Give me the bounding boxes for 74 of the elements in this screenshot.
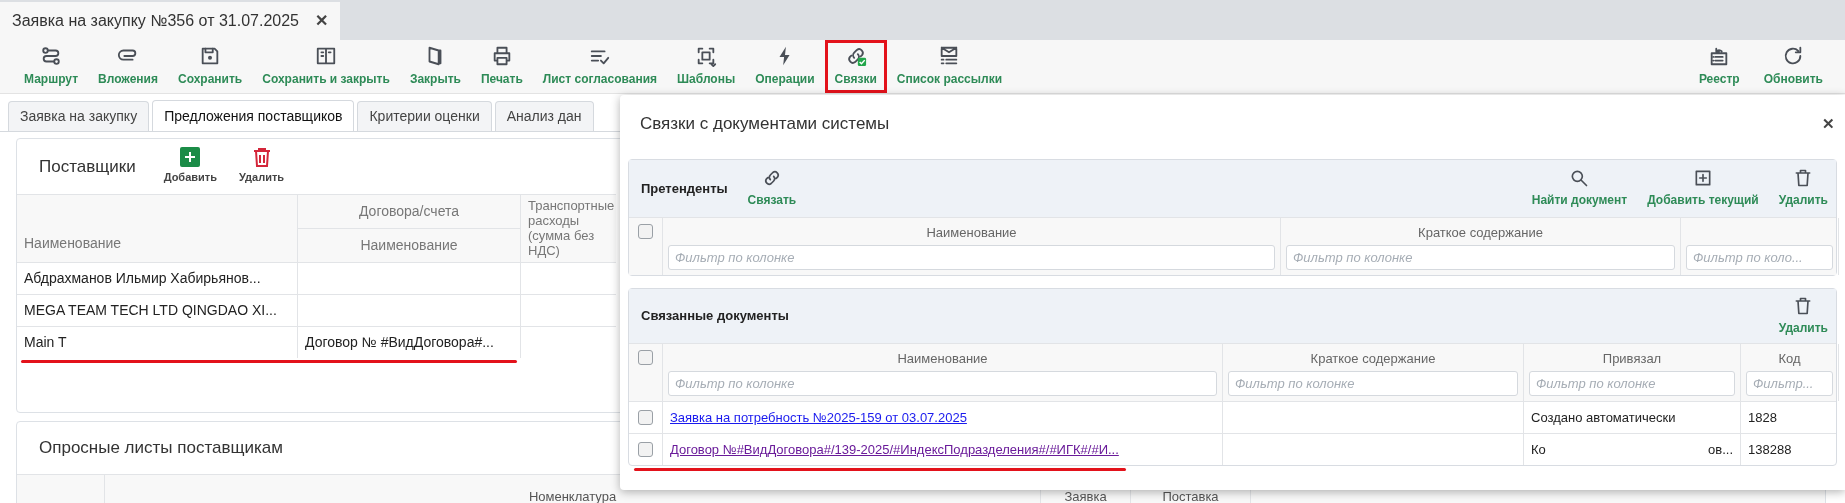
link-button[interactable]: Связать <box>747 168 797 209</box>
toolbar-button[interactable]: Операции <box>745 40 825 93</box>
column-header: Наименование <box>17 194 298 262</box>
toolbar-button[interactable]: Маршрут <box>14 40 89 93</box>
toolbar-button[interactable]: Сохранить <box>168 40 253 93</box>
template-icon <box>695 45 718 67</box>
filter-field[interactable]: Фильтр... <box>1746 371 1833 396</box>
tab[interactable]: Предложения поставщиков <box>152 100 355 131</box>
toolbar-button[interactable]: Шаблоны <box>667 40 746 93</box>
column-header: Наименование <box>926 224 1017 239</box>
toolbar-button[interactable]: Вложения <box>88 40 168 93</box>
section-title: Претенденты <box>641 179 728 198</box>
filter-field[interactable]: Фильтр по коло... <box>1686 245 1833 270</box>
column-header: Договора/счета <box>298 194 521 228</box>
cell-text: Ко <box>1531 440 1546 459</box>
add-icon <box>180 147 201 168</box>
column-header: Краткое содержание <box>1418 224 1543 239</box>
section-title: Связанные документы <box>641 307 789 326</box>
column-header: Наименование <box>897 350 988 365</box>
document-tab[interactable]: Заявка на закупку №356 от 31.07.2025 ✕ <box>0 2 340 40</box>
tab[interactable]: Анализ дан <box>494 101 594 131</box>
table-cell: Main T <box>17 326 298 358</box>
toolbar-button[interactable]: Печать <box>470 40 533 93</box>
column-header: Транспортные расходы (сумма без НДС) <box>521 194 616 262</box>
book-icon <box>315 45 338 67</box>
tab[interactable]: Критерии оценки <box>357 101 492 131</box>
column-header: Код <box>1778 350 1801 365</box>
filter-field[interactable]: Фильтр по колонке <box>1286 245 1675 270</box>
document-title: Заявка на закупку №356 от 31.07.2025 <box>12 11 299 31</box>
close-icon[interactable]: ✕ <box>315 9 328 33</box>
trash-icon <box>252 147 271 168</box>
checkbox[interactable] <box>638 410 653 425</box>
column-header: Привязал <box>1602 350 1662 365</box>
tab[interactable]: Заявка на закупку <box>8 101 150 131</box>
cell-text: Создано автоматически <box>1531 408 1676 427</box>
find-button[interactable]: Найти документ <box>1531 168 1628 209</box>
table-cell: MEGA TEAM TECH LTD QINGDAO XI... <box>17 294 298 326</box>
section-title: Опросные листы поставщикам <box>39 437 283 460</box>
column-header: Краткое содержание <box>1310 350 1436 365</box>
checkbox[interactable] <box>638 224 653 239</box>
column-header: Наименование <box>298 228 521 262</box>
delete-button[interactable]: Удалить <box>1778 168 1828 209</box>
column-header: Поставка <box>1162 488 1219 503</box>
filter-field[interactable]: Фильтр по колонке <box>668 371 1217 396</box>
toolbar-button[interactable]: Список рассылки <box>886 40 1013 93</box>
toolbar-button[interactable]: Обновить <box>1755 40 1831 93</box>
table-cell-text: 138288 <box>1747 440 1793 459</box>
filter-field[interactable]: Фильтр по колонке <box>1529 371 1735 396</box>
add-button[interactable]: Добавить <box>163 147 217 186</box>
column-header: Заявка <box>1064 488 1107 503</box>
table-cell-text: 1828 <box>1747 408 1778 427</box>
toolbar-button[interactable]: Сохранить и закрыть <box>252 40 400 93</box>
table-cell: Абдрахманов Ильмир Хабирьянов... <box>17 262 298 294</box>
delete-button[interactable]: Удалить <box>238 147 285 186</box>
toolbar-button[interactable]: Связки <box>824 40 887 93</box>
toolbar-button[interactable]: Закрыть <box>399 40 471 93</box>
add-current-button[interactable]: Добавить текущий <box>1647 168 1759 209</box>
checkbox[interactable] <box>638 442 653 457</box>
filter-field[interactable]: Фильтр по колонке <box>668 245 1275 270</box>
dialog-title: Связки с документами системы <box>640 113 890 136</box>
search-icon <box>1569 168 1590 188</box>
cell-text: ов... <box>1708 440 1733 459</box>
column-header: Номенклатура <box>528 488 617 503</box>
document-link[interactable]: Заявка на потребность №2025-159 от 03.07.2025 <box>670 407 967 428</box>
section-title: Поставщики <box>39 155 136 178</box>
toolbar-button[interactable]: Лист согласования <box>532 40 668 93</box>
document-link[interactable]: Договор №#ВидДоговора#/139-2025/#ИндексПодразделения#/#ИГК#/#И... <box>670 439 1119 460</box>
toolbar-button[interactable]: Реестр <box>1690 40 1748 93</box>
delete-button[interactable]: Удалить <box>1778 295 1828 337</box>
checkbox[interactable] <box>638 350 653 365</box>
close-button[interactable]: ✕ <box>1822 112 1835 136</box>
filter-field[interactable]: Фильтр по колонке <box>1228 371 1518 396</box>
table-cell: Договор № #ВидДоговора#... <box>298 326 521 358</box>
route-icon <box>40 45 62 67</box>
